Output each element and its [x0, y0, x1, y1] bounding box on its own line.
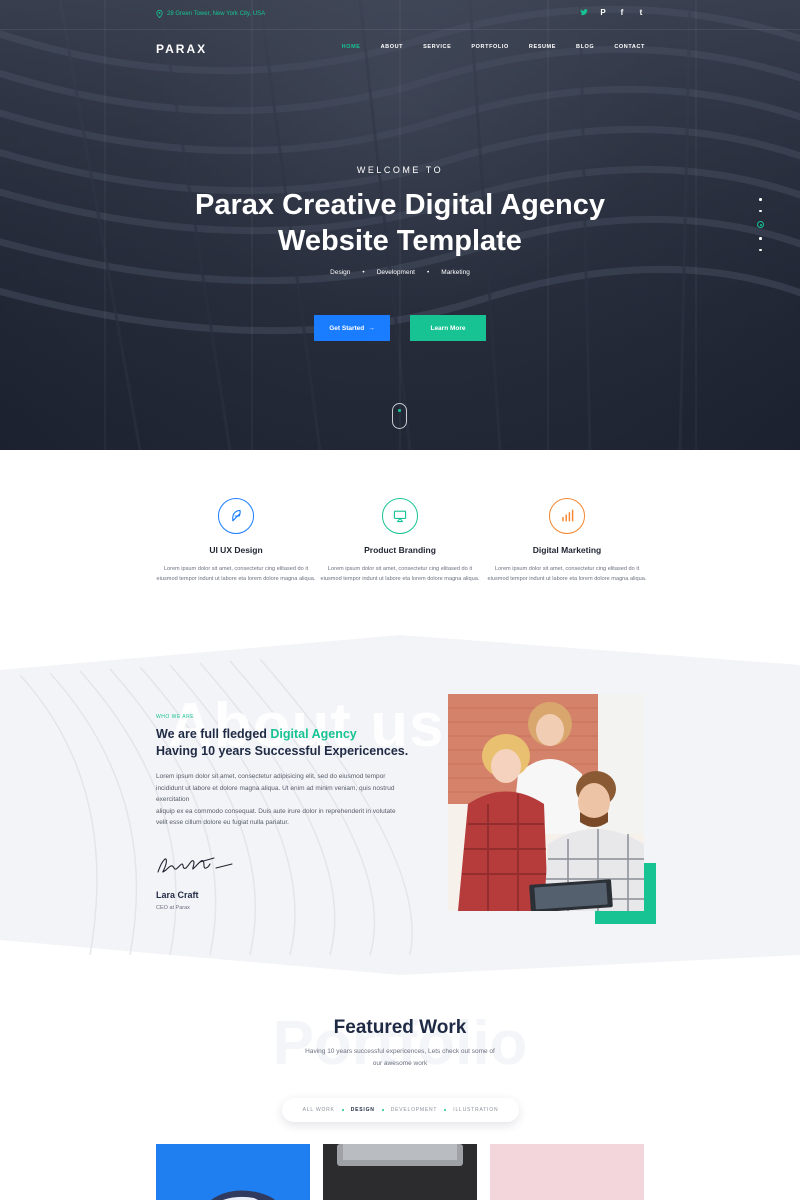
portfolio-card-laptop[interactable]: [323, 1144, 477, 1200]
slider-dot[interactable]: [759, 237, 762, 240]
hero-tag: Design: [330, 269, 351, 276]
service-text: Lorem ipsum dolor sit amet, consectetur …: [156, 566, 316, 582]
bullet-separator: •: [362, 269, 365, 276]
filter-design[interactable]: DESIGN: [351, 1107, 375, 1113]
social-links: P f t: [580, 8, 645, 18]
portfolio-title: Featured Work: [333, 1017, 467, 1038]
hero-tag: Development: [376, 269, 415, 276]
filter-all-work[interactable]: ALL WORK: [303, 1107, 335, 1113]
get-started-button[interactable]: Get Started →: [314, 315, 390, 341]
about-heading-pre: We are full fledged: [156, 727, 271, 741]
hero-title-line2: Website Template: [278, 225, 522, 257]
about-heading-highlight: Digital Agency: [270, 727, 357, 741]
nav-item-about[interactable]: ABOUT: [381, 44, 404, 50]
learn-more-label: Learn More: [430, 324, 466, 332]
nav-item-service[interactable]: SERVICE: [423, 44, 451, 50]
hero-section: 28 Green Tower, New York City, USA P f t…: [0, 0, 800, 450]
monitor-icon: [382, 498, 418, 534]
signature-role: CEO at Parax: [156, 905, 190, 911]
address-text: 28 Green Tower, New York City, USA: [167, 11, 266, 17]
signature-image: [157, 857, 233, 873]
slider-dot[interactable]: [759, 209, 762, 212]
scroll-down-mouse-icon[interactable]: [392, 403, 407, 429]
feather-icon: [218, 498, 254, 534]
filter-separator: [444, 1109, 447, 1111]
bar-chart-icon: [549, 498, 585, 534]
team-photo: [448, 694, 644, 911]
slider-dot[interactable]: [759, 248, 762, 251]
about-eyebrow: WHO WE ARE: [156, 714, 195, 720]
facebook-icon[interactable]: f: [618, 8, 626, 18]
about-heading-line2: Having 10 years Successful Expericences.: [156, 744, 409, 758]
filter-illustration[interactable]: ILLUSTRATION: [453, 1107, 498, 1113]
service-text: Lorem ipsum dolor sit amet, consectetur …: [487, 566, 647, 582]
nav-item-blog[interactable]: BLOG: [576, 44, 594, 50]
nav-item-home[interactable]: HOME: [342, 44, 361, 50]
top-bar: 28 Green Tower, New York City, USA P f t: [0, 0, 800, 30]
twitter-icon[interactable]: [580, 8, 588, 18]
logo[interactable]: PARAX: [156, 42, 207, 56]
service-text: Lorem ipsum dolor sit amet, consectetur …: [320, 566, 480, 582]
about-heading: We are full fledged Digital Agency Havin…: [156, 726, 408, 760]
arrow-right-icon: →: [368, 324, 375, 332]
filter-development[interactable]: DEVELOPMENT: [391, 1107, 438, 1113]
filter-separator: [381, 1109, 384, 1111]
filter-separator: [341, 1109, 344, 1111]
portfolio-filter-bar: ALL WORK DESIGN DEVELOPMENT ILLUSTRATION: [282, 1098, 519, 1122]
nav-item-contact[interactable]: CONTACT: [614, 44, 645, 50]
main-nav: HOME ABOUT SERVICE PORTFOLIO RESUME BLOG…: [342, 44, 645, 50]
hero-title-line1: Parax Creative Digital Agency: [195, 189, 605, 221]
learn-more-button[interactable]: Learn More: [410, 315, 486, 341]
pinterest-icon[interactable]: P: [599, 8, 607, 18]
nav-item-resume[interactable]: RESUME: [529, 44, 556, 50]
get-started-label: Get Started: [329, 324, 365, 332]
location-pin-icon: [156, 10, 163, 18]
hero-welcome: WELCOME TO: [356, 165, 444, 175]
service-title: UI UX Design: [209, 545, 263, 555]
tumblr-icon[interactable]: t: [637, 8, 645, 18]
portfolio-subtitle: Having 10 years successful expericences,…: [305, 1048, 495, 1067]
hero-tag: Marketing: [441, 269, 470, 276]
portfolio-card-shoe[interactable]: [156, 1144, 310, 1200]
nav-item-portfolio[interactable]: PORTFOLIO: [471, 44, 508, 50]
service-card-ui-ux: UI UX Design Lorem ipsum dolor sit amet,…: [153, 498, 319, 584]
about-paragraph-1: Lorem ipsum dolor sit amet, consectetur …: [156, 773, 395, 803]
bullet-separator: •: [427, 269, 430, 276]
about-paragraph-2: aliquip ex ea commodo consequat. Duis au…: [156, 807, 396, 827]
service-card-marketing: Digital Marketing Lorem ipsum dolor sit …: [484, 498, 650, 584]
service-title: Product Branding: [364, 545, 436, 555]
hero-tags: Design • Development • Marketing: [0, 269, 800, 276]
portfolio-card-pink[interactable]: [490, 1144, 644, 1200]
about-paragraph: Lorem ipsum dolor sit amet, consectetur …: [156, 771, 408, 829]
address: 28 Green Tower, New York City, USA: [156, 10, 265, 18]
signature-name: Lara Craft: [156, 890, 199, 900]
page: 28 Green Tower, New York City, USA P f t…: [0, 0, 800, 1200]
slider-dot[interactable]: [759, 198, 762, 201]
slider-dot-active[interactable]: [757, 221, 764, 228]
slider-pagination: [757, 198, 764, 251]
service-card-branding: Product Branding Lorem ipsum dolor sit a…: [317, 498, 483, 584]
service-title: Digital Marketing: [532, 545, 602, 555]
hero-title: Parax Creative Digital Agency Website Te…: [0, 187, 800, 259]
